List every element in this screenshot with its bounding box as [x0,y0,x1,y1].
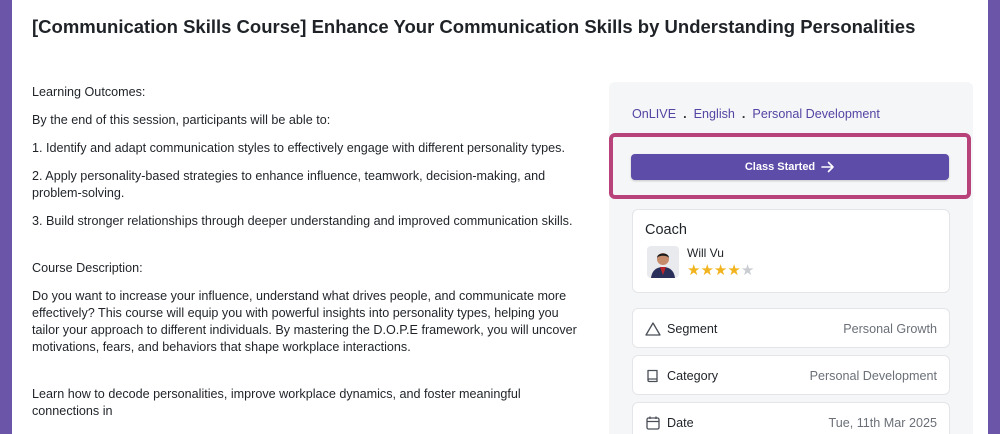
course-description-heading: Course Description: [32,261,143,275]
calendar-icon [646,416,660,430]
tag-category[interactable]: Personal Development [752,107,879,121]
segment-value: Personal Growth [843,322,937,336]
star-icon: ★ [700,262,714,279]
coach-card: Coach Will Vu ★★★★★ [632,209,950,293]
coach-rating: ★★★★★ [687,261,754,279]
triangle-icon [645,322,661,336]
star-icon: ★ [727,262,741,279]
star-icon: ★ [687,262,701,279]
course-page: [Communication Skills Course] Enhance Yo… [12,0,988,434]
page-title: [Communication Skills Course] Enhance Yo… [32,16,916,37]
learning-outcomes-heading: Learning Outcomes: [32,85,146,99]
description-paragraph: Learn how to decode personalities, impro… [32,387,521,418]
start-button-highlight: Class Started [609,133,971,199]
course-description: Learning Outcomes: By the end of this se… [32,84,580,431]
class-started-button[interactable]: Class Started [631,154,949,180]
star-empty-icon: ★ [740,262,755,279]
tag-separator: . [683,107,687,121]
category-label: Category [667,369,719,383]
category-value: Personal Development [809,369,937,383]
book-icon [647,369,658,383]
segment-label: Segment [667,322,718,336]
tag-language[interactable]: English [694,107,735,121]
tag-format[interactable]: OnLIVE [632,107,676,121]
info-row-segment: Segment Personal Growth [632,308,950,348]
coach-heading: Coach [645,222,687,238]
date-label: Date [667,416,694,430]
coach-avatar[interactable] [647,246,679,278]
date-value: Tue, 11th Mar 2025 [828,416,937,430]
tag-separator: . [741,107,746,121]
outcomes-intro: By the end of this session, participants… [32,113,331,127]
course-sidebar: OnLIVE . English . Personal Development … [609,82,973,434]
star-icon: ★ [713,262,728,279]
description-paragraph: Do you want to increase your influence, … [32,289,577,354]
outcome-item: 3. Build stronger relationships through … [32,214,573,228]
arrow-right-icon [821,161,834,173]
class-started-label: Class Started [744,161,816,173]
outcome-item: 1. Identify and adapt communication styl… [32,141,565,155]
info-row-date: Date Tue, 11th Mar 2025 [632,402,950,434]
info-row-category: Category Personal Development [632,355,950,395]
coach-name[interactable]: Will Vu [687,246,724,260]
course-tags: OnLIVE . English . Personal Development [632,107,880,121]
outcome-item: 2. Apply personality-based strategies to… [32,169,546,200]
